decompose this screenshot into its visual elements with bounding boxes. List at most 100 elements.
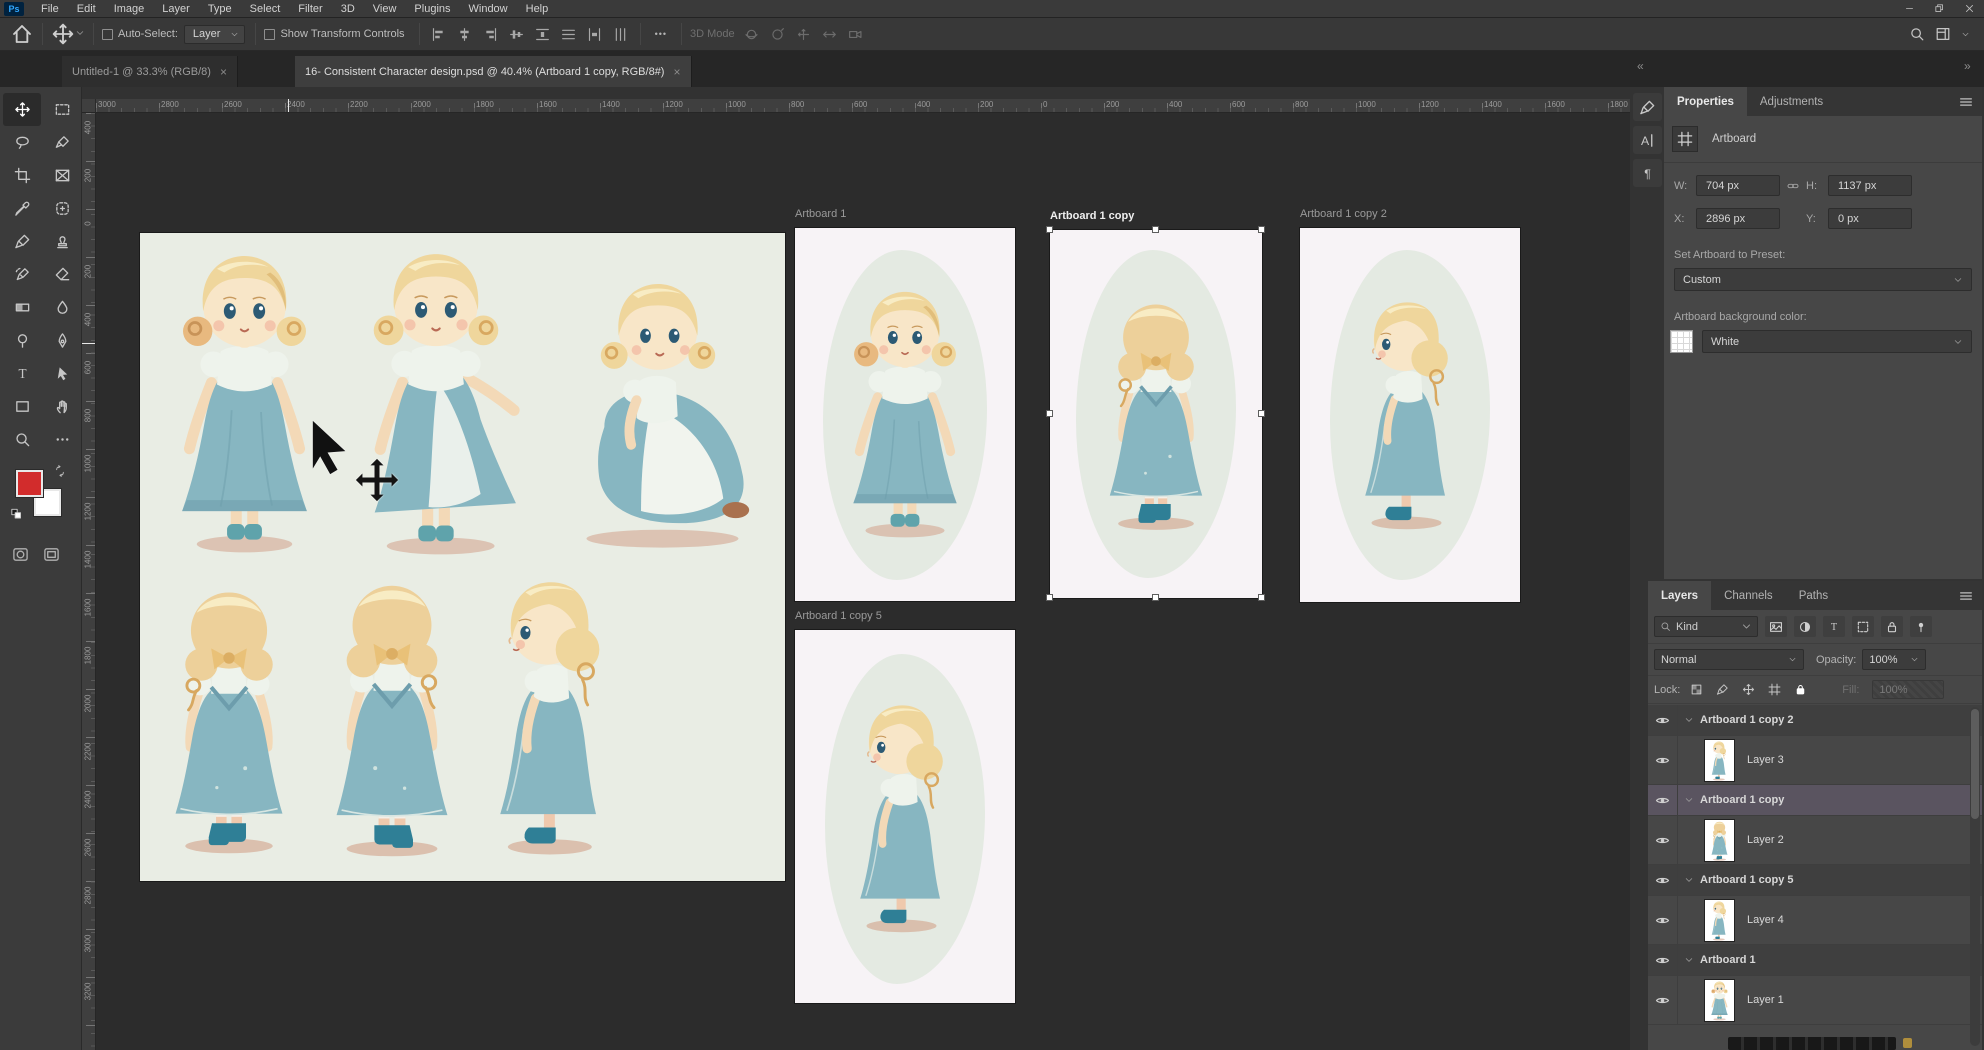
selection-handle[interactable]: [1258, 594, 1265, 601]
move-tool-preset-icon[interactable]: [51, 22, 75, 46]
selection-handle[interactable]: [1046, 410, 1053, 417]
brush-tool[interactable]: [3, 225, 41, 258]
more-align-options-button[interactable]: •••: [649, 29, 673, 39]
visibility-toggle[interactable]: [1648, 865, 1678, 895]
distribute-h-button[interactable]: [610, 23, 632, 45]
locked-layer-filter-button[interactable]: [1881, 616, 1903, 637]
layer-thumbnail[interactable]: [1705, 900, 1734, 941]
move-tool[interactable]: [3, 93, 41, 126]
gradient-tool[interactable]: [3, 291, 41, 324]
brush-settings-panel-button[interactable]: [1633, 93, 1662, 121]
smart-object-filter-button[interactable]: [1910, 616, 1932, 637]
menu-item-type[interactable]: Type: [199, 0, 241, 18]
artboard-preset-dropdown[interactable]: Custom: [1674, 268, 1972, 291]
selection-handle[interactable]: [1152, 594, 1159, 601]
zoom-tool[interactable]: [3, 423, 41, 456]
clone-stamp-tool[interactable]: [43, 225, 81, 258]
artboard-label[interactable]: Artboard 1 copy 5: [795, 610, 882, 624]
character-panel-button[interactable]: A: [1633, 126, 1662, 154]
search-icon[interactable]: [1909, 26, 1925, 42]
3d-pan-button[interactable]: [793, 23, 815, 45]
3d-slide-button[interactable]: [819, 23, 841, 45]
artboard-bg-color-dropdown[interactable]: White: [1702, 330, 1972, 353]
menu-item-layer[interactable]: Layer: [153, 0, 199, 18]
artboard-main[interactable]: [140, 233, 785, 881]
width-field[interactable]: 704 px: [1696, 175, 1780, 196]
eyedropper-tool[interactable]: [3, 192, 41, 225]
selection-handle[interactable]: [1152, 226, 1159, 233]
layer-row[interactable]: Layer 4: [1648, 896, 1982, 945]
artboard-group-row[interactable]: Artboard 1 copy: [1648, 785, 1982, 816]
selection-handle[interactable]: [1046, 226, 1053, 233]
artboard-artboard-1-copy-5[interactable]: [795, 630, 1015, 1003]
3d-roll-button[interactable]: [767, 23, 789, 45]
rectangle-tool[interactable]: [3, 390, 41, 423]
artboard-label[interactable]: Artboard 1: [795, 208, 846, 222]
show-transform-controls-checkbox[interactable]: [264, 29, 275, 40]
artboard-label[interactable]: Artboard 1 copy 2: [1300, 208, 1387, 222]
opacity-field[interactable]: 100%: [1862, 649, 1926, 670]
document-tab-character-design[interactable]: 16- Consistent Character design.psd @ 40…: [295, 56, 692, 87]
tab-adjustments[interactable]: Adjustments: [1747, 87, 1836, 116]
align-right-button[interactable]: [480, 23, 502, 45]
layer-thumbnail[interactable]: [1705, 820, 1734, 861]
3d-orbit-button[interactable]: [741, 23, 763, 45]
lock-image-pixels-button[interactable]: [1713, 681, 1731, 699]
distribute-top-button[interactable]: [532, 23, 554, 45]
minimize-window-button[interactable]: [1894, 0, 1924, 17]
menu-item-filter[interactable]: Filter: [289, 0, 331, 18]
pixel-layer-filter-button[interactable]: [1765, 616, 1787, 637]
lock-position-button[interactable]: [1739, 681, 1757, 699]
scrollbar-thumb[interactable]: [1971, 709, 1979, 819]
menu-item-edit[interactable]: Edit: [68, 0, 105, 18]
quick-mask-mode-icon[interactable]: [12, 546, 29, 563]
menu-item-select[interactable]: Select: [241, 0, 290, 18]
chevron-down-icon[interactable]: [75, 28, 85, 41]
default-colors-icon[interactable]: [10, 508, 23, 520]
artboard-artboard-1-copy[interactable]: [1050, 230, 1262, 598]
expand-chevron[interactable]: [1678, 955, 1700, 965]
tab-paths[interactable]: Paths: [1786, 581, 1841, 610]
expand-chevron[interactable]: [1678, 875, 1700, 885]
menu-item-image[interactable]: Image: [105, 0, 154, 18]
edit-toolbar[interactable]: [43, 423, 81, 456]
hand-tool[interactable]: [43, 390, 81, 423]
paragraph-panel-button[interactable]: ¶: [1633, 159, 1662, 187]
type-layer-filter-button[interactable]: T: [1823, 616, 1845, 637]
selection-handle[interactable]: [1258, 410, 1265, 417]
pasteboard[interactable]: Artboard 1Artboard 1 copyArtboard 1 copy…: [96, 113, 1630, 1050]
menu-item-help[interactable]: Help: [517, 0, 558, 18]
align-center-h-button[interactable]: [454, 23, 476, 45]
lock-transparent-pixels-button[interactable]: [1687, 681, 1705, 699]
blend-mode-dropdown[interactable]: Normal: [1654, 649, 1804, 670]
tab-layers[interactable]: Layers: [1648, 581, 1711, 610]
restore-window-button[interactable]: [1924, 0, 1954, 17]
selection-handle[interactable]: [1258, 226, 1265, 233]
close-tab-icon[interactable]: ×: [673, 65, 680, 79]
height-field[interactable]: 1137 px: [1828, 175, 1912, 196]
auto-select-checkbox[interactable]: [102, 29, 113, 40]
selection-handle[interactable]: [1046, 594, 1053, 601]
link-dimensions-icon[interactable]: [1785, 180, 1801, 192]
artboard-group-row[interactable]: Artboard 1 copy 2: [1648, 705, 1982, 736]
type-tool[interactable]: T: [3, 357, 41, 390]
photoshop-logo-icon[interactable]: Ps: [4, 2, 24, 16]
expand-chevron[interactable]: [1678, 715, 1700, 725]
document-tab-untitled[interactable]: Untitled-1 @ 33.3% (RGB/8) ×: [62, 56, 238, 87]
path-selection-tool[interactable]: [43, 357, 81, 390]
visibility-toggle[interactable]: [1648, 785, 1678, 815]
x-field[interactable]: 2896 px: [1696, 208, 1780, 229]
visibility-toggle[interactable]: [1648, 976, 1678, 1024]
quick-selection-tool[interactable]: [43, 126, 81, 159]
close-tab-icon[interactable]: ×: [220, 65, 227, 79]
shape-layer-filter-button[interactable]: [1852, 616, 1874, 637]
blur-tool[interactable]: [43, 291, 81, 324]
tab-channels[interactable]: Channels: [1711, 581, 1786, 610]
layer-thumbnail[interactable]: [1705, 980, 1734, 1021]
artboard-artboard-1-copy-2[interactable]: [1300, 228, 1520, 602]
patch-tool[interactable]: [43, 192, 81, 225]
menu-item-file[interactable]: File: [32, 0, 68, 18]
visibility-toggle[interactable]: [1648, 896, 1678, 944]
auto-select-target-dropdown[interactable]: Layer: [184, 25, 246, 44]
panel-menu-icon[interactable]: [1958, 588, 1974, 604]
